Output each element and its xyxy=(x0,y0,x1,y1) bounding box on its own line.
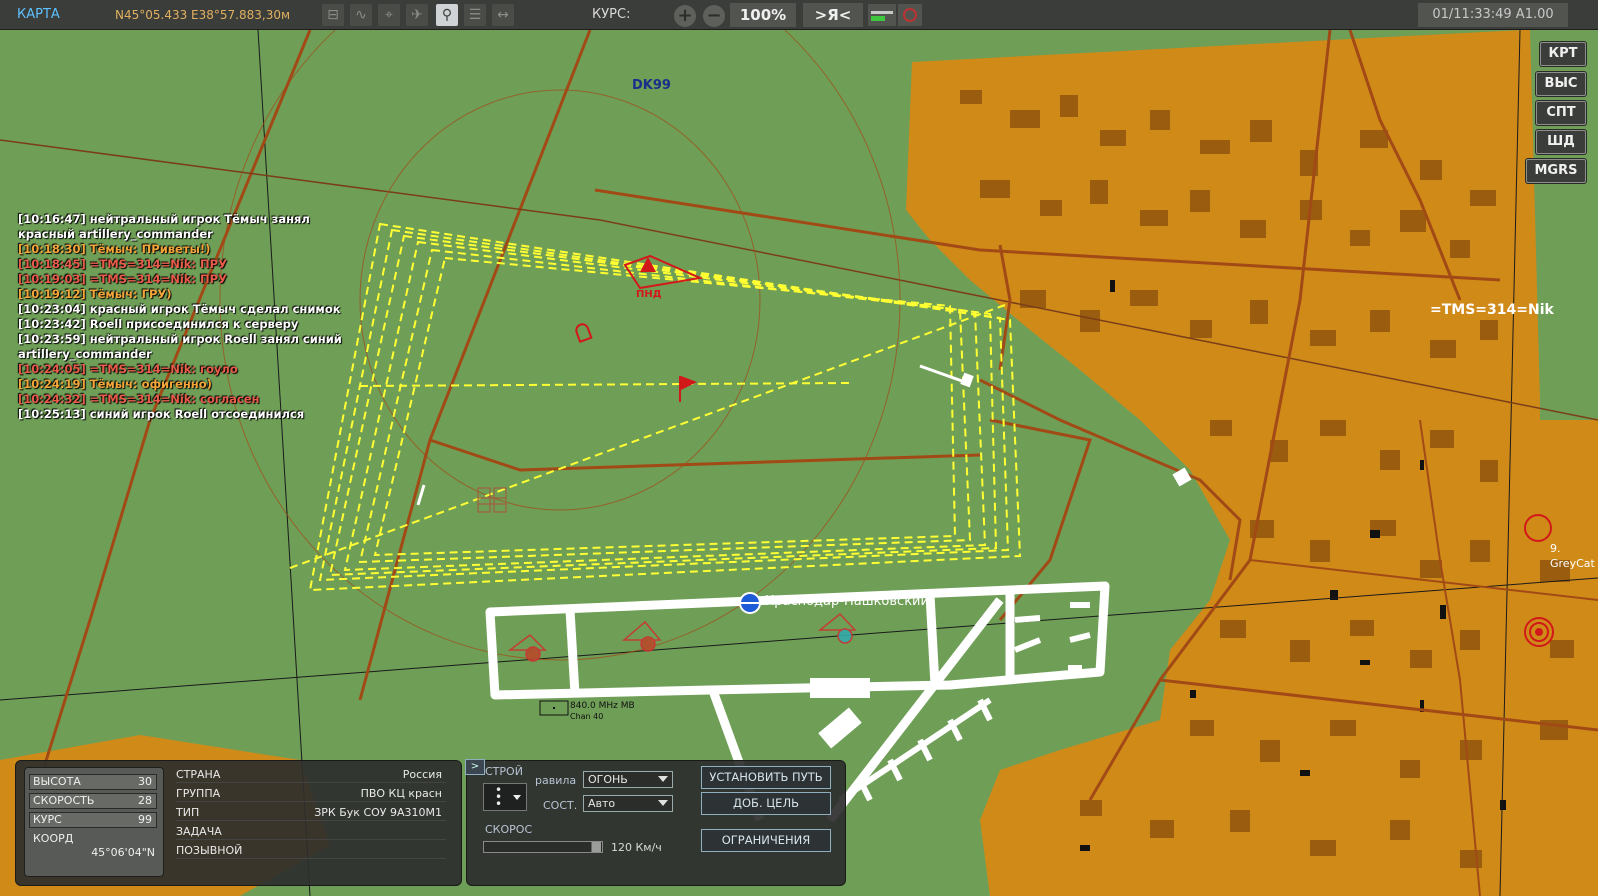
measure-icon[interactable]: ↔ xyxy=(492,4,514,26)
signal-icon[interactable] xyxy=(868,4,896,26)
chat-line: [10:19:03] =TMS=314=Nik: ПРУ xyxy=(18,272,227,286)
chevron-down-icon xyxy=(513,795,521,800)
speed-order-value: 120 Км/ч xyxy=(611,841,662,854)
map-mode-shd-button[interactable]: ШД xyxy=(1536,130,1586,154)
chat-line: [10:24:05] =TMS=314=Nik: гоуло xyxy=(18,362,238,376)
group-label: ГРУППА xyxy=(176,787,221,800)
course-field: КУРС 99 xyxy=(29,812,157,828)
speed-slider[interactable] xyxy=(483,841,603,853)
rules-of-engagement-select[interactable]: ОГОНЬ xyxy=(583,771,673,788)
rules-value: ОГОНЬ xyxy=(588,773,628,786)
altitude-value: 30 xyxy=(138,775,152,788)
altitude-field: ВЫСОТА 30 xyxy=(29,774,157,790)
center-on-me-button[interactable]: >Я< xyxy=(803,3,863,27)
info-task: ЗАДАЧА xyxy=(176,824,446,840)
chat-line: [10:25:13] синий игрок Roell отсоединилс… xyxy=(18,407,305,421)
info-country: СТРАНА Россия xyxy=(176,767,446,783)
state-value: Авто xyxy=(588,797,616,810)
chevron-down-icon xyxy=(658,776,668,782)
course-stat-label: КУРС xyxy=(33,813,62,826)
unit-info-panel: ВЫСОТА 30 СКОРОСТЬ 28 КУРС 99 КООРД 45°0… xyxy=(15,760,462,886)
orders-panel: > СТРОЙ • • • равила ОГОНЬ СОСТ. Авто СКОР… xyxy=(465,759,846,886)
map-mode-vys-button[interactable]: ВЫС xyxy=(1536,72,1586,96)
zoom-out-button[interactable]: − xyxy=(703,5,725,27)
chat-line: [10:18:30] Тёмыч: ПРиветы!) xyxy=(18,242,211,256)
zoom-level[interactable]: 100% xyxy=(730,3,796,27)
chat-line: [10:16:47] нейтральный игрок Тёмыч занял xyxy=(18,212,310,226)
chevron-down-icon xyxy=(658,800,668,806)
info-group: ГРУППА ПВО КЦ красн xyxy=(176,786,446,802)
speed-label: СКОРОСТЬ xyxy=(33,794,95,807)
country-label: СТРАНА xyxy=(176,768,221,781)
set-path-button[interactable]: УСТАНОВИТЬ ПУТЬ xyxy=(701,766,831,789)
callsign-label: ПОЗЫВНОЙ xyxy=(176,844,243,857)
path-icon[interactable]: ∿ xyxy=(350,4,372,26)
type-label: ТИП xyxy=(176,806,200,819)
slider-thumb[interactable] xyxy=(591,842,601,852)
window-title: КАРТА xyxy=(17,7,60,22)
chat-line: [10:19:12] Тёмыч: ГРУ) xyxy=(18,287,172,301)
chat-line: красный artillery_commander xyxy=(18,227,213,241)
coord-label: КООРД xyxy=(33,832,74,845)
speed-field: СКОРОСТЬ 28 xyxy=(29,793,157,809)
contact-name: GreyCat xyxy=(1550,557,1596,570)
chat-line: [10:24:19] Тёмыч: офигенно) xyxy=(18,377,212,391)
formation-select[interactable]: • • • xyxy=(483,783,527,811)
chat-line: [10:24:32] =TMS=314=Nik: согласен xyxy=(18,392,260,406)
state-label: СОСТ. xyxy=(543,799,578,812)
chat-log: [10:16:47] нейтральный игрок Тёмыч занял… xyxy=(18,212,348,422)
map-mode-spt-button[interactable]: СПТ xyxy=(1536,101,1586,125)
speed-order-label: СКОРОС xyxy=(485,823,533,836)
info-type: ТИП ЗРК Бук СОУ 9А310М1 xyxy=(176,805,446,821)
speed-value: 28 xyxy=(138,794,152,807)
task-label: ЗАДАЧА xyxy=(176,825,222,838)
grid-square-label: DK99 xyxy=(632,78,671,93)
state-select[interactable]: Авто xyxy=(583,795,673,812)
player-label: =TMS=314=Nik xyxy=(1430,302,1554,318)
add-target-button[interactable]: ДОБ. ЦЕЛЬ xyxy=(701,792,831,815)
top-toolbar: КАРТА N45°05.433 E38°57.883,30м ⊟ ∿ ⌖ ✈ … xyxy=(0,0,1598,30)
type-value: ЗРК Бук СОУ 9А310М1 xyxy=(314,806,442,819)
course-value: 99 xyxy=(138,813,152,826)
chat-line: [10:23:04] красный игрок Тёмыч сделал сн… xyxy=(18,302,341,316)
airfield-marker[interactable] xyxy=(739,592,761,614)
radar-icon[interactable]: ✈ xyxy=(406,4,428,26)
coord-value: 45°06'04"N xyxy=(91,846,155,859)
chat-line: [10:18:45] =TMS=314=Nik: ПРУ xyxy=(18,257,227,271)
map-window: DK99 =TMS=314=Nik 9. GreyCat ПНД Краснод… xyxy=(0,0,1598,896)
airfield-name: Краснодар-Пашковский xyxy=(765,594,929,609)
chat-line: [10:23:42] Roell присоединился к серверу xyxy=(18,317,299,331)
beacon-channel: Chan 40 xyxy=(570,712,603,721)
chat-line: artillery_commander xyxy=(18,347,152,361)
map-mode-krt-button[interactable]: КРТ xyxy=(1540,42,1586,66)
formation-label: СТРОЙ xyxy=(485,765,523,778)
contact-number: 9. xyxy=(1550,542,1561,555)
panel-toggle-button[interactable]: > xyxy=(465,759,485,775)
course-label: КУРС: xyxy=(592,7,631,22)
zoom-in-button[interactable]: + xyxy=(674,5,696,27)
beacon-frequency: 840.0 MHz MB xyxy=(570,701,635,711)
formation-column-icon: • • • xyxy=(495,783,503,811)
info-callsign: ПОЗЫВНОЙ xyxy=(176,843,446,859)
target-icon[interactable]: ⌖ xyxy=(378,4,400,26)
unit-stats-box: ВЫСОТА 30 СКОРОСТЬ 28 КУРС 99 КООРД 45°0… xyxy=(24,767,164,877)
ruler-icon[interactable]: ⊟ xyxy=(322,4,344,26)
satellite-icon[interactable]: ⚲ xyxy=(436,4,458,26)
altitude-label: ВЫСОТА xyxy=(33,775,81,788)
coord-format-mgrs-button[interactable]: MGRS xyxy=(1526,159,1586,183)
chat-line: [10:23:59] нейтральный игрок Roell занял… xyxy=(18,332,342,346)
restrictions-button[interactable]: ОГРАНИЧЕНИЯ xyxy=(701,829,831,852)
group-value: ПВО КЦ красн xyxy=(360,787,442,800)
notes-icon[interactable]: ☰ xyxy=(464,4,486,26)
mission-time: 01/11:33:49 A1.00 xyxy=(1418,3,1568,27)
record-icon[interactable] xyxy=(898,4,922,26)
rules-label: равила xyxy=(535,774,577,787)
cursor-coordinates: N45°05.433 E38°57.883,30м xyxy=(115,8,291,22)
country-value: Россия xyxy=(402,768,442,781)
unit-tag: ПНД xyxy=(636,289,662,300)
